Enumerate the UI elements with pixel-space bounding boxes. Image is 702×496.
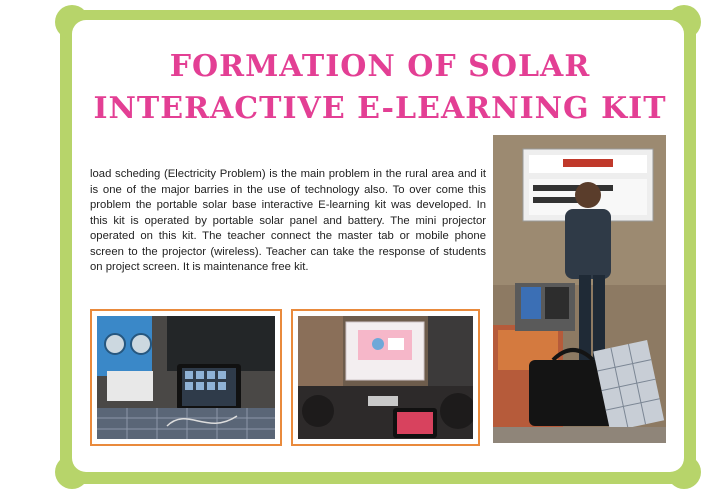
- solar-kit-photo: [90, 309, 282, 446]
- page-title-line-2: Interactive E-learning Kit: [93, 91, 667, 126]
- projector-illustration: [298, 316, 473, 439]
- solar-kit-illustration: [97, 316, 275, 439]
- description-paragraph: load scheding (Electricity Problem) is t…: [90, 168, 486, 273]
- teacher-illustration: [493, 135, 666, 443]
- teacher-photo: [493, 135, 666, 443]
- page-title-line-1: Formation of Solar: [169, 49, 591, 84]
- projector-photo: [291, 309, 480, 446]
